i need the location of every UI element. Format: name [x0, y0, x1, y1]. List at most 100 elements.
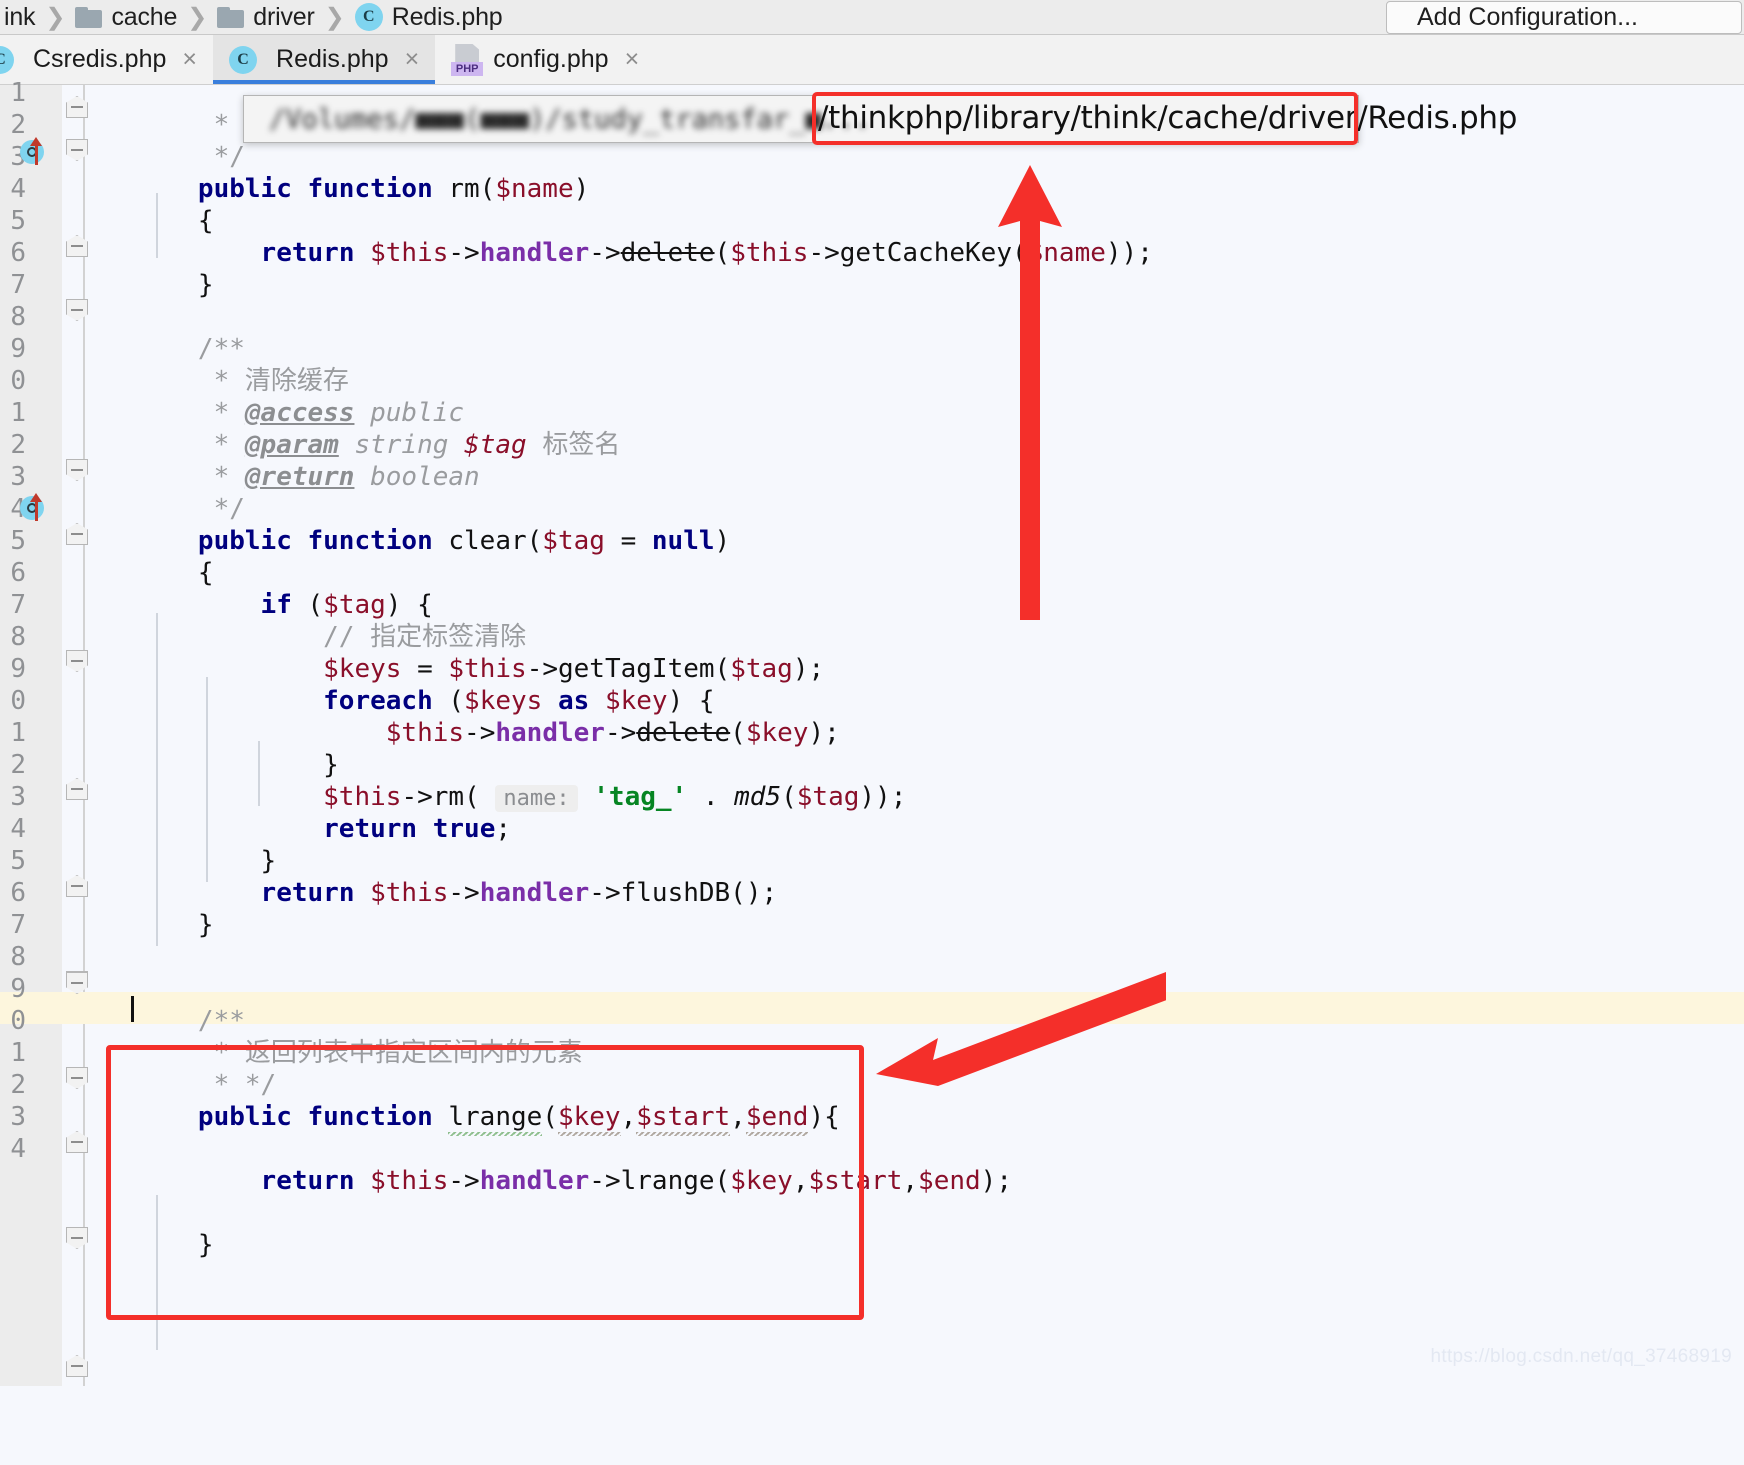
watermark: https://blog.csdn.net/qq_37468919	[1431, 1346, 1732, 1368]
code-line: {	[104, 173, 214, 205]
code-line: foreach ($keys as $key) {	[104, 653, 715, 685]
line-number: 6	[0, 877, 26, 909]
fold-marker[interactable]	[66, 1355, 88, 1377]
line-number: 3	[0, 1101, 26, 1133]
comment-lrange: 返回列表中指定区间内的元素	[245, 1038, 583, 1068]
code-line: $this->rm( name: 'tag_' . md5($tag));	[104, 749, 906, 781]
code-line: * 清除缓存	[104, 333, 349, 365]
breadcrumb-bar: ink ❯ cache ❯ driver ❯ C Redis.php Add C…	[0, 0, 1744, 35]
line-number: 1	[0, 397, 26, 429]
code-line: return $this->handler->flushDB();	[104, 845, 777, 877]
annotation-arrow-left	[876, 972, 1166, 1102]
breadcrumb-item-driver[interactable]: driver	[213, 0, 318, 34]
add-configuration-button[interactable]: Add Configuration...	[1386, 1, 1742, 34]
line-number: 7	[0, 909, 26, 941]
code-line: }	[104, 237, 214, 269]
close-icon[interactable]: ×	[405, 45, 420, 74]
close-icon[interactable]: ×	[182, 45, 197, 74]
line-number: 7	[0, 269, 26, 301]
fold-marker[interactable]	[66, 139, 88, 161]
file-path-blurred: /Volumes/■■■(■■■)/study_transfar_■...	[244, 96, 870, 142]
line-number: 4	[0, 813, 26, 845]
code-line: {	[104, 525, 214, 557]
line-number: 7	[0, 589, 26, 621]
folder-icon	[217, 7, 244, 28]
line-number: 5	[0, 525, 26, 557]
code-line: $this->handler->delete($key);	[104, 685, 840, 717]
code-line: public function lrange($key,$start,$end)…	[104, 1069, 840, 1101]
line-number: 3	[0, 461, 26, 493]
code-line: // 指定标签清除	[104, 589, 526, 621]
tab-label: config.php	[493, 45, 608, 74]
breadcrumb-item-redis-php[interactable]: C Redis.php	[351, 0, 507, 34]
code-line: }	[104, 813, 276, 845]
code-line: $keys = $this->getTagItem($tag);	[104, 621, 824, 653]
fold-marker[interactable]	[66, 299, 88, 321]
line-number: 0	[0, 685, 26, 717]
string-literal: 'tag_'	[593, 782, 687, 812]
code-line: return true;	[104, 781, 511, 813]
code-content[interactable]: * @return boolean */ public function rm(…	[104, 85, 1744, 1386]
breadcrumb-item-ink[interactable]: ink	[0, 0, 39, 34]
code-line: * @access public	[104, 365, 464, 397]
line-number: 0	[0, 1005, 26, 1037]
line-number: 5	[0, 845, 26, 877]
fold-marker[interactable]	[66, 1067, 88, 1089]
line-number: 4	[0, 1133, 26, 1165]
line-number: 5	[0, 205, 26, 237]
line-number: 2	[0, 1069, 26, 1101]
code-line: */	[104, 109, 245, 141]
breadcrumb-label: driver	[253, 3, 314, 32]
line-number: 1	[0, 1037, 26, 1069]
fold-marker[interactable]	[66, 235, 88, 257]
fold-marker[interactable]	[66, 523, 88, 545]
fold-marker[interactable]	[66, 96, 88, 118]
breadcrumb-label: cache	[111, 3, 177, 32]
annotation-arrow-up	[990, 165, 1070, 620]
code-line: * 返回列表中指定区间内的元素	[104, 1005, 583, 1037]
php-file-icon-label: PHP	[451, 62, 483, 76]
code-line: }	[104, 717, 339, 749]
line-number: 8	[0, 941, 26, 973]
code-editor[interactable]: 1234567890123456789012345678901234 * @re…	[0, 85, 1744, 1386]
code-line: }	[104, 1197, 214, 1229]
fold-marker[interactable]	[66, 875, 88, 897]
line-number: 9	[0, 973, 26, 1005]
php-class-icon: C	[229, 46, 257, 74]
line-number: 8	[0, 301, 26, 333]
line-number: 2	[0, 109, 26, 141]
code-line: /**	[104, 973, 245, 1005]
breadcrumb-label: ink	[4, 3, 35, 32]
php-class-icon: C	[355, 3, 383, 31]
method-override-icon[interactable]	[28, 137, 46, 165]
code-line: * */	[104, 1037, 276, 1069]
code-line: */	[104, 461, 245, 493]
code-line: public function clear($tag = null)	[104, 493, 730, 525]
fold-marker[interactable]	[66, 972, 88, 994]
fold-marker[interactable]	[66, 778, 88, 800]
close-icon[interactable]: ×	[625, 45, 640, 74]
line-number: 2	[0, 429, 26, 461]
line-number: 8	[0, 621, 26, 653]
tab-label: Redis.php	[276, 45, 389, 74]
fold-marker[interactable]	[66, 650, 88, 672]
chevron-right-icon: ❯	[45, 3, 65, 32]
code-line: * @param string $tag 标签名	[104, 397, 620, 429]
chevron-right-icon: ❯	[325, 3, 345, 32]
method-override-icon[interactable]	[28, 493, 46, 521]
code-line: /**	[104, 301, 245, 333]
line-number: 0	[0, 365, 26, 397]
code-line: return $this->handler->lrange($key,$star…	[104, 1133, 1012, 1165]
breadcrumb-item-cache[interactable]: cache	[71, 0, 181, 34]
line-number: 6	[0, 557, 26, 589]
tab-label: Csredis.php	[33, 45, 166, 74]
line-number: 2	[0, 749, 26, 781]
fold-marker[interactable]	[66, 1131, 88, 1153]
line-number: 6	[0, 237, 26, 269]
fold-marker[interactable]	[66, 459, 88, 481]
line-number: 9	[0, 653, 26, 685]
php-file-icon: PHP	[451, 44, 483, 76]
code-line: * @return boolean	[104, 429, 480, 461]
fold-marker[interactable]	[66, 1227, 88, 1249]
line-number: 1	[0, 77, 26, 109]
